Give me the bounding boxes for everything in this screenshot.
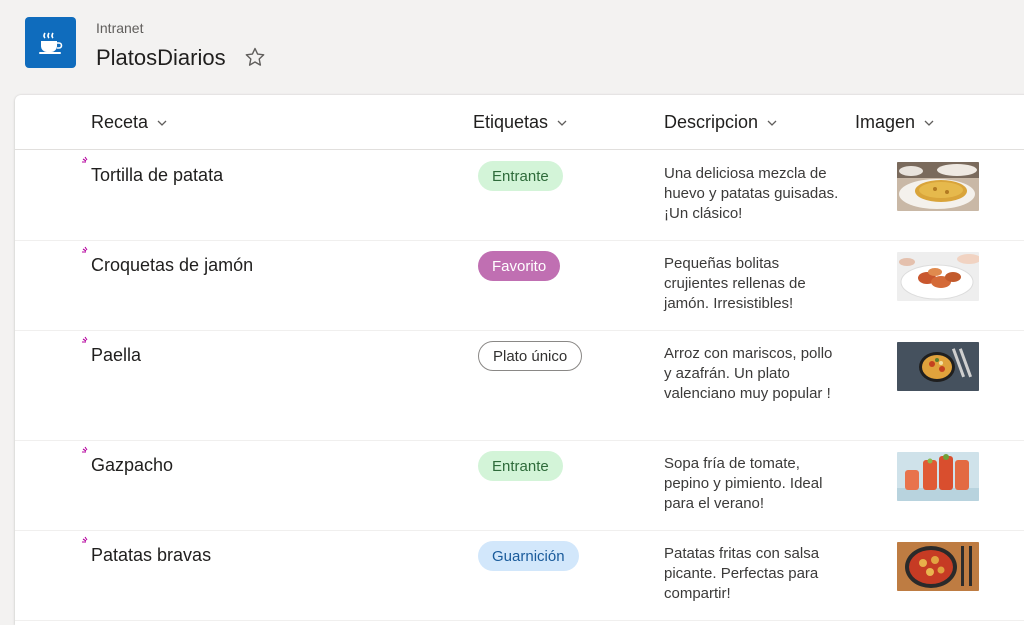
recipe-image-thumbnail[interactable] [897, 252, 979, 301]
site-title[interactable]: PlatosDiarios [96, 45, 226, 71]
column-header-receta[interactable]: Receta [91, 112, 168, 133]
coffee-cup-icon [38, 32, 62, 54]
recipe-name[interactable]: Gazpacho [91, 455, 173, 476]
tag-badge: Plato único [478, 341, 583, 371]
tag-badge: Favorito [478, 251, 561, 281]
column-label: Etiquetas [473, 112, 549, 132]
recipe-name[interactable]: Patatas bravas [91, 545, 211, 566]
table-row[interactable]: Croquetas de jamón Favorito Pequeñas bol… [15, 240, 1024, 331]
list-view: Receta Etiquetas Descripcion Imagen Tort… [15, 95, 1024, 625]
recipe-image-thumbnail[interactable] [897, 162, 979, 211]
recipe-description: Sopa fría de tomate, pepino y pimiento. … [664, 455, 823, 512]
recipe-description: Arroz con mariscos, pollo y azafrán. Un … [664, 345, 833, 402]
recipe-description: Una deliciosa mezcla de huevo y patatas … [664, 165, 839, 222]
tag-badge: Entrante [478, 451, 563, 481]
column-label: Imagen [855, 112, 916, 132]
table-row[interactable]: Paella Plato único Arroz con mariscos, p… [15, 330, 1024, 441]
site-header: Intranet PlatosDiarios [0, 0, 1024, 95]
recipe-image-thumbnail[interactable] [897, 342, 979, 391]
tag-badge: Guarnición [478, 541, 579, 571]
recipe-name[interactable]: Croquetas de jamón [91, 255, 253, 276]
site-parent-link[interactable]: Intranet [96, 20, 143, 36]
recipe-name[interactable]: Paella [91, 345, 141, 366]
chevron-down-icon [767, 120, 777, 126]
table-row[interactable]: Gazpacho Entrante Sopa fría de tomate, p… [15, 440, 1024, 531]
column-header-etiquetas[interactable]: Etiquetas [473, 112, 568, 133]
table-row[interactable]: Tortilla de patata Entrante Una delicios… [15, 150, 1024, 241]
recipe-description: Pequeñas bolitas crujientes rellenas de … [664, 255, 806, 312]
chevron-down-icon [157, 120, 167, 126]
table-row[interactable]: Patatas bravas Guarnición Patatas fritas… [15, 530, 1024, 621]
column-header-descripcion[interactable]: Descripcion [664, 112, 778, 133]
recipe-description: Patatas fritas con salsa picante. Perfec… [664, 545, 820, 602]
column-header-imagen[interactable]: Imagen [855, 112, 935, 133]
recipe-image-thumbnail[interactable] [897, 542, 979, 591]
chevron-down-icon [557, 120, 567, 126]
recipe-image-thumbnail[interactable] [897, 452, 979, 501]
tag-badge: Entrante [478, 161, 563, 191]
column-label: Receta [91, 112, 149, 132]
column-label: Descripcion [664, 112, 759, 132]
column-header-row: Receta Etiquetas Descripcion Imagen [15, 95, 1024, 150]
chevron-down-icon [924, 120, 934, 126]
site-logo[interactable] [25, 17, 76, 68]
recipe-name[interactable]: Tortilla de patata [91, 165, 223, 186]
favorite-star-icon[interactable] [244, 46, 266, 68]
